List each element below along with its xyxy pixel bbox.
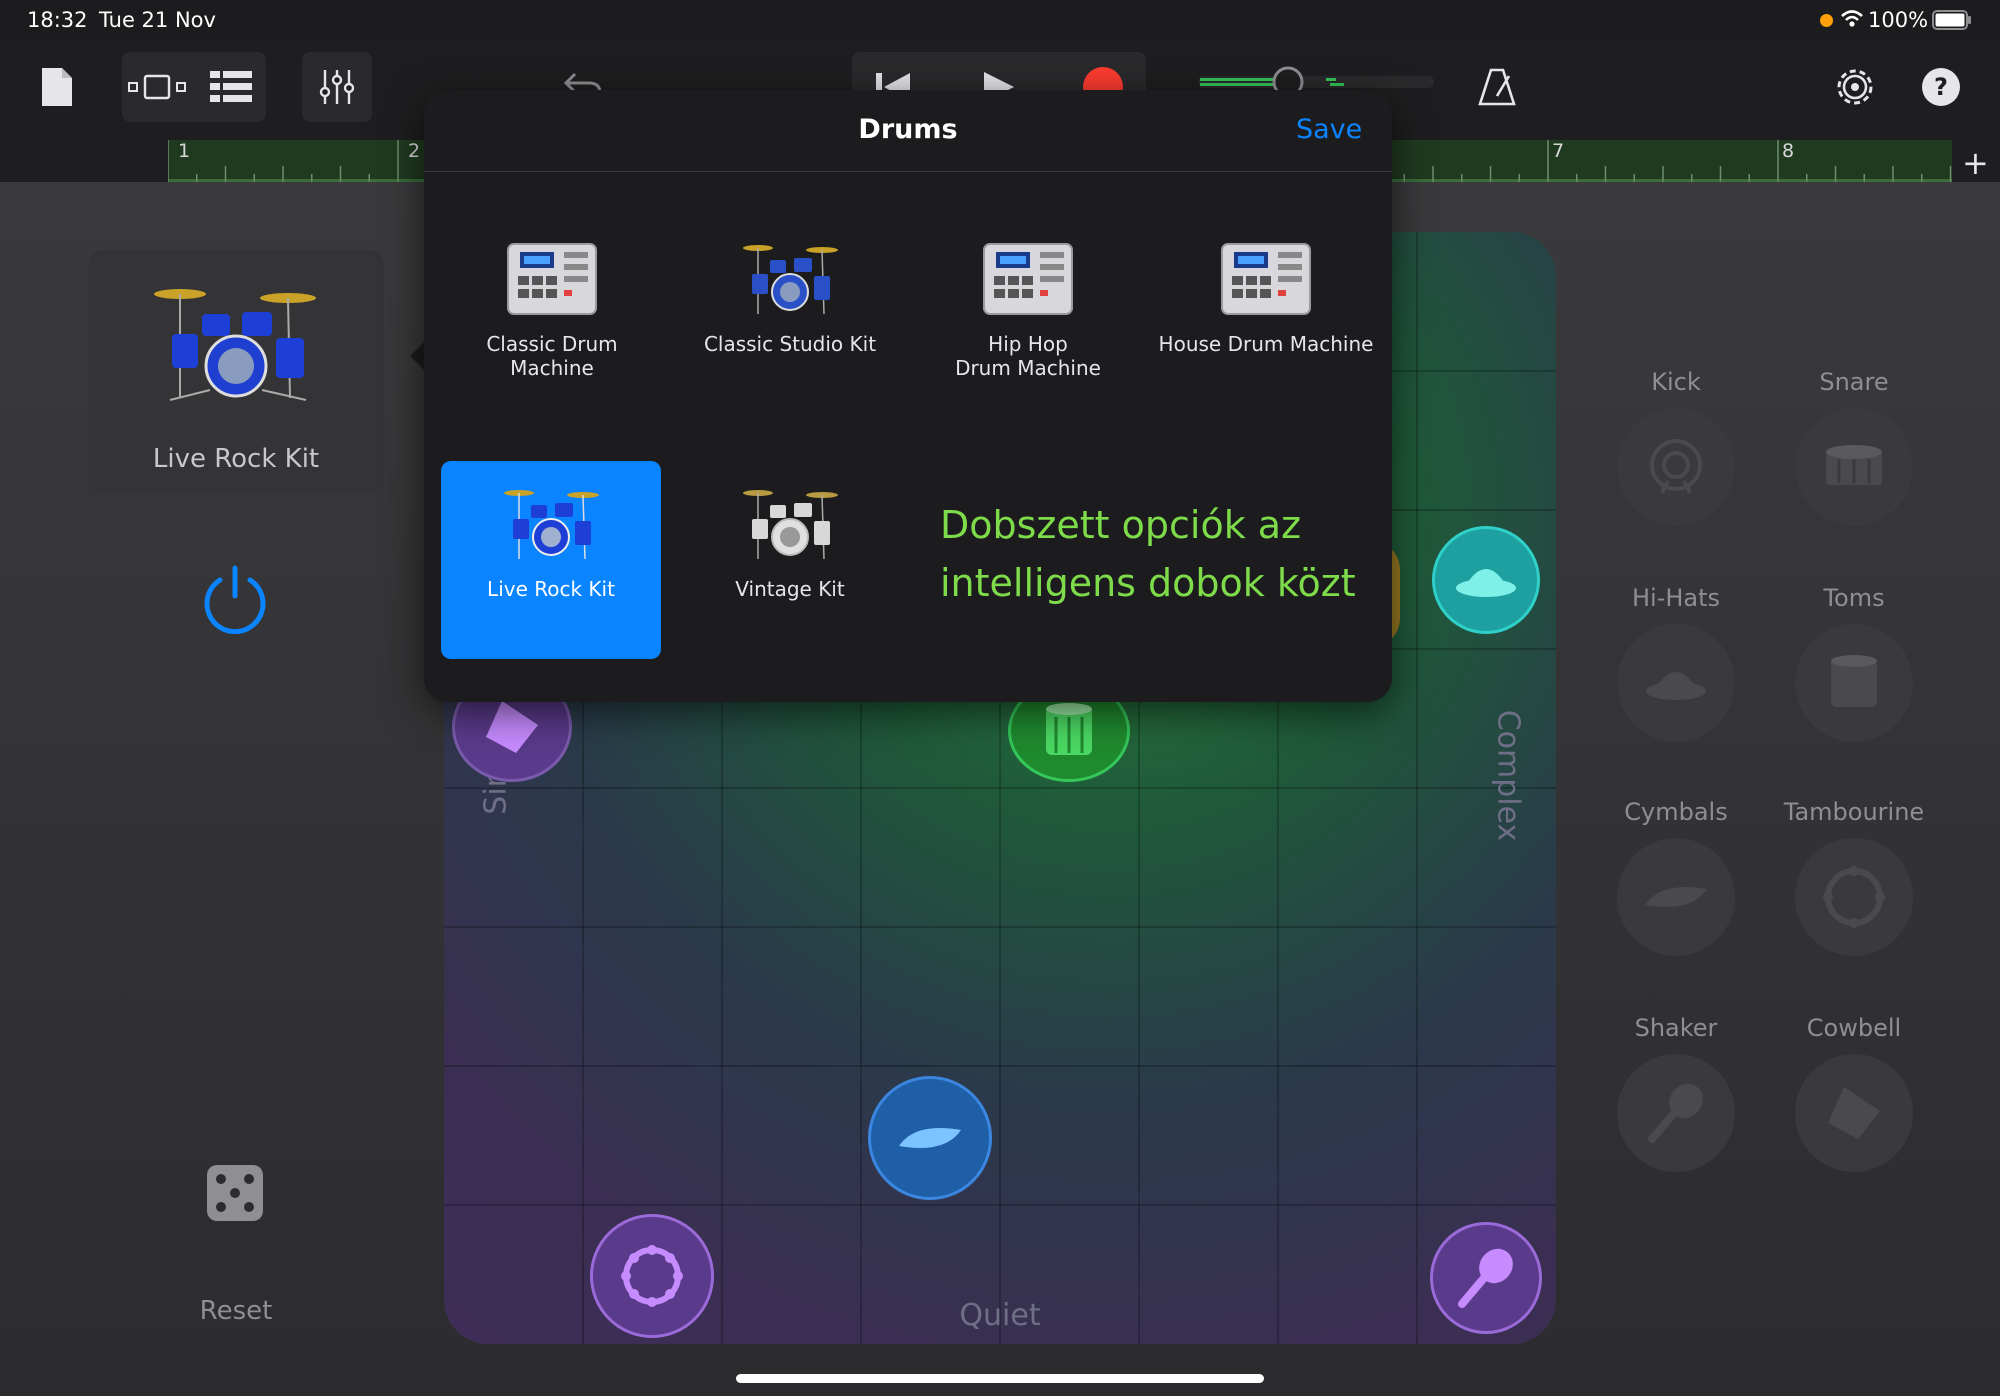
save-button[interactable]: Save bbox=[1296, 114, 1362, 145]
kit-option-label: Hip Hop Drum Machine bbox=[955, 332, 1101, 380]
sliders-icon bbox=[319, 70, 355, 104]
snare-drum-icon bbox=[1826, 445, 1882, 485]
tambourine-button[interactable] bbox=[1795, 838, 1913, 956]
shaker-icon bbox=[1648, 1083, 1703, 1143]
ruler-mark: 8 bbox=[1782, 140, 1795, 162]
instruments-view-icon bbox=[128, 74, 186, 100]
cymbals-button[interactable] bbox=[1617, 838, 1735, 956]
hi-hats-button[interactable] bbox=[1617, 624, 1735, 742]
metronome-button[interactable] bbox=[1462, 52, 1532, 122]
cymbal-icon bbox=[899, 1128, 961, 1148]
instrument-label-cymbals: Cymbals bbox=[1624, 798, 1728, 826]
cowbell-button[interactable] bbox=[1795, 1054, 1913, 1172]
ruler-mark: 2 bbox=[408, 140, 421, 162]
instrument-label-kick: Kick bbox=[1651, 368, 1701, 396]
settings-button[interactable] bbox=[1820, 52, 1890, 122]
kit-option[interactable]: Classic Studio Kit bbox=[680, 238, 900, 438]
power-icon bbox=[204, 565, 266, 635]
instrument-label-cowbell: Cowbell bbox=[1806, 1014, 1902, 1042]
kit-option-selected[interactable]: Live Rock Kit bbox=[441, 461, 661, 659]
instrument-label-shaker: Shaker bbox=[1634, 1014, 1718, 1042]
orange-indicator-icon bbox=[1820, 14, 1833, 27]
drum-machine-icon bbox=[1221, 243, 1311, 315]
home-indicator[interactable] bbox=[736, 1374, 1264, 1383]
drum-machine-icon bbox=[507, 243, 597, 315]
drum-kit-icon bbox=[504, 490, 599, 560]
reset-button[interactable]: Reset bbox=[160, 1296, 312, 1326]
wifi-icon bbox=[1840, 8, 1864, 34]
status-bar: 18:32 Tue 21 Nov 100% bbox=[0, 0, 2000, 40]
kit-name: Live Rock Kit bbox=[152, 444, 320, 474]
instrument-label-snare: Snare bbox=[1819, 368, 1889, 396]
tracks-view-button[interactable] bbox=[196, 52, 266, 122]
kit-option[interactable]: Classic Drum Machine bbox=[442, 238, 662, 438]
annotation-text: Dobszett opciók az intelligens dobok köz… bbox=[940, 503, 1356, 605]
kick-button[interactable] bbox=[1617, 408, 1735, 526]
popover-title: Drums bbox=[858, 114, 958, 145]
shaker-button[interactable] bbox=[1617, 1054, 1735, 1172]
kit-option[interactable]: Hip Hop Drum Machine bbox=[918, 238, 1138, 438]
drum-kit-icon bbox=[743, 245, 838, 315]
instrument-label-tambourine: Tambourine bbox=[1783, 798, 1925, 826]
toms-button[interactable] bbox=[1795, 624, 1913, 742]
cowbell-icon bbox=[486, 701, 538, 753]
tambourine-puck[interactable] bbox=[590, 1214, 714, 1338]
hi-hat-icon bbox=[1646, 672, 1706, 700]
kit-option-label: House Drum Machine bbox=[1158, 332, 1374, 356]
mixer-button[interactable] bbox=[302, 52, 372, 122]
document-icon bbox=[42, 68, 72, 106]
kit-option-label: Live Rock Kit bbox=[487, 577, 615, 601]
ruler-mark: 7 bbox=[1552, 140, 1565, 162]
power-button[interactable] bbox=[200, 564, 270, 638]
randomize-button[interactable] bbox=[206, 1164, 264, 1226]
ruler-mark: 1 bbox=[178, 140, 191, 162]
status-date: Tue 21 Nov bbox=[99, 8, 216, 32]
shaker-icon bbox=[1458, 1248, 1513, 1308]
help-icon: ? bbox=[1922, 68, 1960, 106]
kit-option-label: Classic Drum Machine bbox=[486, 332, 618, 380]
kit-option-label: Classic Studio Kit bbox=[703, 332, 877, 356]
pad-complex-label: Complex bbox=[1490, 709, 1526, 842]
my-songs-button[interactable] bbox=[22, 52, 92, 122]
instrument-label-hi-hats: Hi-Hats bbox=[1631, 584, 1721, 612]
cymbal-icon bbox=[1645, 887, 1707, 907]
gear-icon bbox=[1837, 69, 1873, 105]
pad-quiet-label: Quiet bbox=[959, 1298, 1041, 1333]
tom-drum-icon bbox=[1831, 655, 1877, 707]
kit-option[interactable]: Vintage Kit bbox=[680, 483, 900, 683]
drum-kit-icon bbox=[743, 490, 838, 560]
tracks-list-icon bbox=[210, 71, 252, 102]
kit-option[interactable]: House Drum Machine bbox=[1156, 238, 1376, 438]
hi-hats-puck[interactable] bbox=[1432, 526, 1540, 634]
snare-button[interactable] bbox=[1795, 408, 1913, 526]
metronome-icon bbox=[1478, 68, 1516, 106]
drum-machine-icon bbox=[983, 243, 1073, 315]
battery-percent: 100% bbox=[1868, 8, 1929, 32]
drum-kit-icon bbox=[154, 289, 316, 401]
add-section-button[interactable]: + bbox=[1962, 144, 1989, 182]
cymbals-puck[interactable] bbox=[868, 1076, 992, 1200]
hi-hat-icon bbox=[1456, 569, 1516, 597]
kit-option-label: Vintage Kit bbox=[735, 577, 845, 601]
browser-view-button[interactable] bbox=[122, 52, 192, 122]
help-button[interactable]: ? bbox=[1906, 52, 1976, 122]
instrument-label-toms: Toms bbox=[1823, 584, 1885, 612]
dice-icon bbox=[207, 1165, 263, 1221]
status-time: 18:32 bbox=[27, 8, 88, 32]
cowbell-icon bbox=[1828, 1087, 1880, 1139]
battery-icon bbox=[1932, 10, 1972, 34]
shaker-puck[interactable] bbox=[1430, 1222, 1542, 1334]
kick-drum-icon bbox=[1650, 439, 1702, 494]
tambourine-icon bbox=[621, 1245, 683, 1307]
tom-drum-icon bbox=[1046, 703, 1092, 755]
tambourine-icon bbox=[1823, 866, 1885, 928]
